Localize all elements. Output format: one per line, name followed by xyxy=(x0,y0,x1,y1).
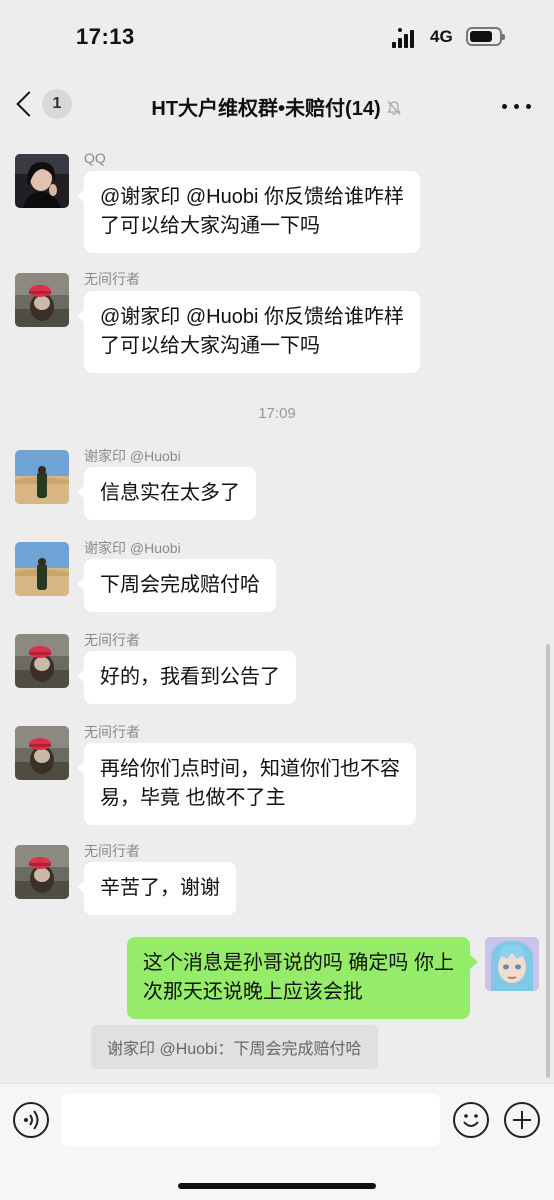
chat-title: HT大户维权群•未赔付(14) xyxy=(151,98,381,120)
voice-icon xyxy=(24,1110,39,1130)
message-timestamp: 17:09 xyxy=(258,405,296,422)
message-line: @谢家印 @Huobi 你反馈给谁咋样 xyxy=(100,306,404,328)
avatar-wujianxingzhe[interactable] xyxy=(15,726,69,780)
avatar-wujianxingzhe[interactable] xyxy=(15,845,69,899)
plus-icon xyxy=(513,1111,531,1129)
message-line: 好的，我看到公告了 xyxy=(100,666,280,688)
self-message-bubble[interactable]: 这个消息是孙哥说的吗 确定吗 你上 次那天还说晚上应该会批 xyxy=(126,937,479,1019)
message-bubble[interactable]: @谢家印 @Huobi 你反馈给谁咋样 了可以给大家沟通一下吗 xyxy=(77,171,420,253)
message-bubble[interactable]: @谢家印 @Huobi 你反馈给谁咋样 了可以给大家沟通一下吗 xyxy=(77,291,420,373)
avatar-wujianxingzhe[interactable] xyxy=(15,273,69,327)
more-functions-button[interactable] xyxy=(504,1102,540,1138)
avatar-xiejiayin[interactable] xyxy=(15,542,69,596)
more-options-button[interactable] xyxy=(500,92,534,120)
message-line: 易，毕竟 也做不了主 xyxy=(100,787,286,809)
mute-bell-icon xyxy=(386,101,401,115)
message-line: 信息实在太多了 xyxy=(100,482,240,504)
sender-name: 无间行者 xyxy=(84,843,140,859)
sender-name: 谢家印 @Huobi xyxy=(84,540,181,556)
desert-man-avatar-icon xyxy=(15,450,69,504)
message-line: @谢家印 @Huobi 你反馈给谁咋样 xyxy=(100,186,404,208)
sender-name: 无间行者 xyxy=(84,724,140,740)
input-bar xyxy=(0,1083,554,1200)
battery-icon xyxy=(466,27,505,46)
dog-red-hat-avatar-icon xyxy=(15,634,69,688)
voice-input-button[interactable] xyxy=(13,1102,49,1138)
avatar-wujianxingzhe[interactable] xyxy=(15,634,69,688)
chat-header: 1 HT大户维权群•未赔付(14) xyxy=(0,76,554,136)
message-line: 了可以给大家沟通一下吗 xyxy=(100,335,320,357)
chat-scrollbar[interactable] xyxy=(546,644,550,1078)
woman-portrait-avatar-icon xyxy=(15,154,69,208)
sender-name: 谢家印 @Huobi xyxy=(84,448,181,464)
message-bubble[interactable]: 下周会完成赔付哈 xyxy=(77,559,276,612)
dog-red-hat-avatar-icon xyxy=(15,273,69,327)
message-line: 再给你们点时间，知道你们也不容 xyxy=(100,758,400,780)
dog-red-hat-avatar-icon xyxy=(15,845,69,899)
message-line: 这个消息是孙哥说的吗 确定吗 你上 xyxy=(142,952,454,974)
network-type-label: 4G xyxy=(430,27,453,46)
message-bubble[interactable]: 辛苦了，谢谢 xyxy=(77,862,236,915)
anime-blue-hair-avatar-icon xyxy=(485,937,539,991)
avatar-qq[interactable] xyxy=(15,154,69,208)
dog-red-hat-avatar-icon xyxy=(15,726,69,780)
message-input[interactable] xyxy=(62,1094,440,1146)
message-line: 下周会完成赔付哈 xyxy=(100,574,260,596)
message-bubble[interactable]: 好的，我看到公告了 xyxy=(77,651,296,704)
status-bar: 17:13 4G xyxy=(0,0,554,76)
desert-man-avatar-icon xyxy=(15,542,69,596)
message-line: 了可以给大家沟通一下吗 xyxy=(100,215,320,237)
message-bubble[interactable]: 信息实在太多了 xyxy=(77,467,256,520)
message-line: 辛苦了，谢谢 xyxy=(100,877,220,899)
emoji-icon xyxy=(463,1114,479,1127)
home-indicator[interactable] xyxy=(178,1183,376,1189)
message-bubble[interactable]: 再给你们点时间，知道你们也不容 易，毕竟 也做不了主 xyxy=(77,743,416,825)
message-line: 次那天还说晚上应该会批 xyxy=(142,981,363,1003)
emoji-button[interactable] xyxy=(453,1102,489,1138)
quoted-message[interactable]: 谢家印 @Huobi：下周会完成赔付哈 xyxy=(91,1025,378,1069)
avatar-xiejiayin[interactable] xyxy=(15,450,69,504)
status-time: 17:13 xyxy=(76,24,135,49)
sender-name: QQ xyxy=(84,150,106,166)
sender-name: 无间行者 xyxy=(84,271,140,287)
avatar-self[interactable] xyxy=(485,937,539,991)
sender-name: 无间行者 xyxy=(84,632,140,648)
cellular-signal-icon xyxy=(392,28,420,48)
